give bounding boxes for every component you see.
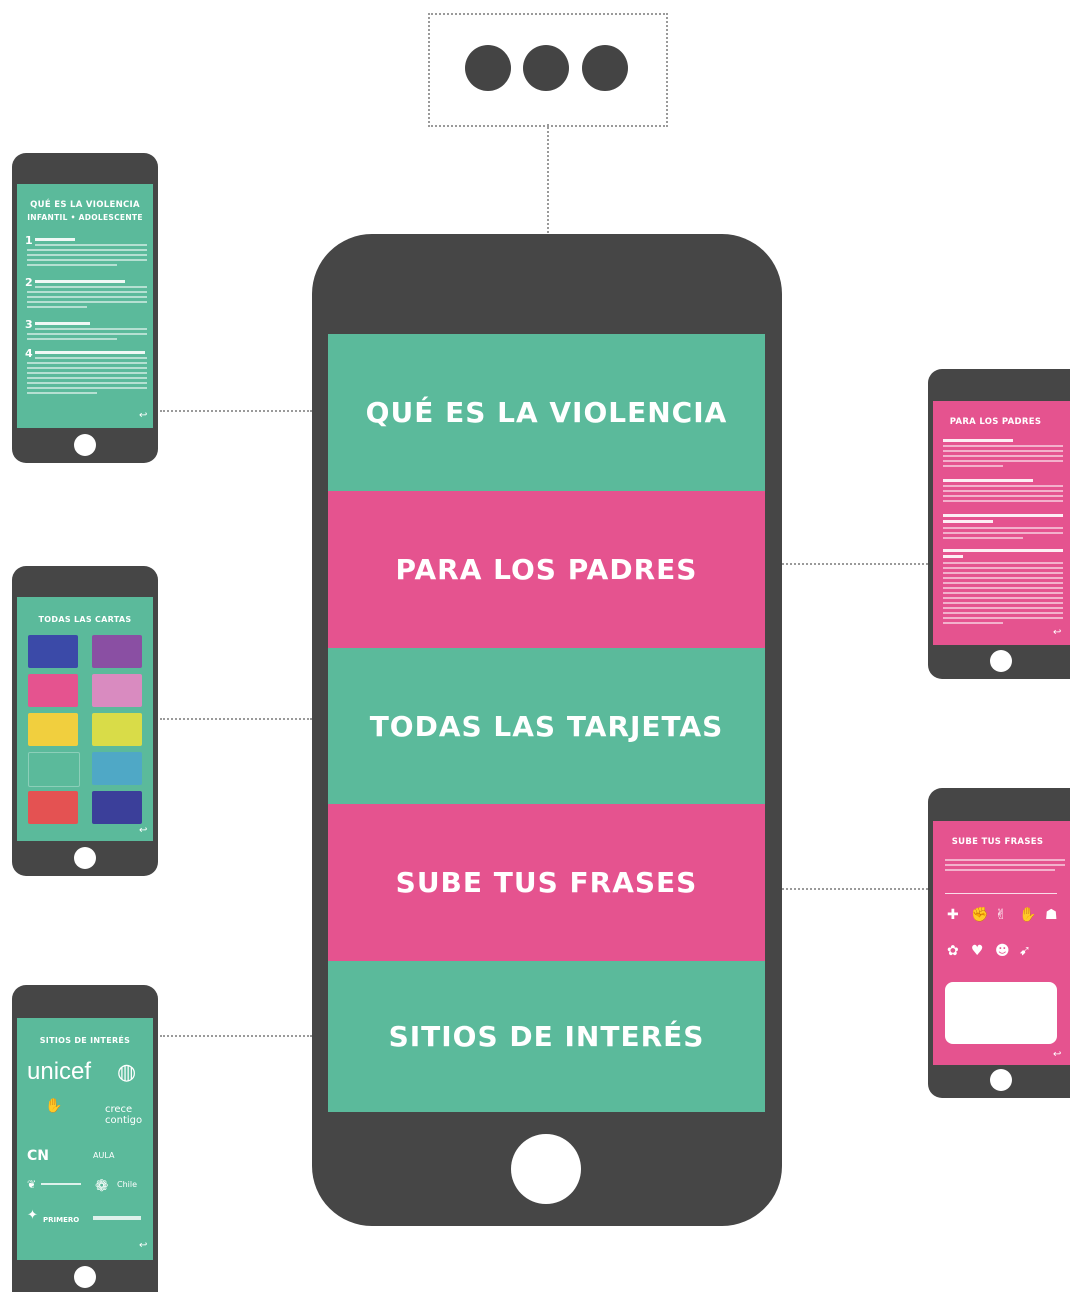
hand-icon[interactable]: ✊ [971,907,988,923]
home-button[interactable] [74,1266,96,1288]
screen-title: TODAS LAS CARTAS [38,615,132,624]
screen-title: PARA LOS PADRES [949,417,1042,427]
screen-cartas: TODAS LAS CARTAS ↩ [17,597,153,841]
child-icon[interactable]: ☗ [1045,907,1058,923]
dot-icon [582,45,628,91]
screen-violencia: QUÉ ES LA VIOLENCIA INFANTIL • ADOLESCEN… [17,184,153,428]
screen-sitios: SITIOS DE INTERÉS unicef ◍ ✋ crece conti… [17,1018,153,1260]
connector-line [782,563,928,565]
crece-logo-2[interactable]: contigo [105,1115,142,1126]
card-thumbnail[interactable] [28,791,78,824]
menu-item-frases[interactable]: SUBE TUS FRASES [328,804,765,961]
bag-icon[interactable]: ✚ [947,907,959,923]
aula-logo[interactable]: AULA [93,1151,114,1160]
card-thumbnail[interactable] [92,791,142,824]
card-thumbnail[interactable] [28,713,78,746]
screen-padres: PARA LOS PADRES ↩ [933,401,1070,645]
screen-frases: SUBE TUS FRASES ✚ ✊ ✌ ✋ ☗ ✿ ♥ ☻ ➹ ↩ [933,821,1070,1065]
home-button[interactable] [990,1069,1012,1091]
dot-icon [523,45,569,91]
screen-title: SUBE TUS FRASES [951,837,1044,847]
card-thumbnail[interactable] [28,752,80,787]
back-arrow-icon[interactable]: ↩ [139,410,147,421]
connector-line [160,1035,312,1037]
crece-logo-1[interactable]: crece [105,1104,132,1115]
lungs-icon[interactable]: ✿ [947,943,959,959]
phone-cartas: TODAS LAS CARTAS ↩ [12,566,158,876]
phone-frases: SUBE TUS FRASES ✚ ✊ ✌ ✋ ☗ ✿ ♥ ☻ ➹ ↩ [928,788,1070,1098]
menu-item-violencia[interactable]: QUÉ ES LA VIOLENCIA [328,334,765,491]
section-number: 4 [25,347,33,360]
card-thumbnail[interactable] [92,713,142,746]
broken-heart-icon[interactable]: ♥ [971,943,984,959]
menu-item-tarjetas[interactable]: TODAS LAS TARJETAS [328,648,765,804]
hand-logo-icon: ✋ [45,1098,63,1114]
primero-logo[interactable]: PRIMERO [43,1216,79,1224]
globe-icon: ◍ [117,1060,137,1085]
unicef-logo[interactable]: unicef [27,1058,91,1086]
section-number: 1 [25,234,33,247]
card-thumbnail[interactable] [92,674,142,707]
connector-line [547,124,549,236]
butterfly-logo-icon: ❁ [95,1176,109,1195]
leaf-logo-icon: ❦ [27,1178,37,1191]
home-button[interactable] [74,434,96,456]
person-logo-icon: ✦ [27,1208,38,1223]
home-button[interactable] [990,650,1012,672]
screen-subtitle: INFANTIL • ADOLESCENTE [27,213,143,222]
home-button[interactable] [74,847,96,869]
section-number: 2 [25,276,33,289]
dot-icon [465,45,511,91]
back-arrow-icon[interactable]: ↩ [1053,627,1061,638]
main-screen: QUÉ ES LA VIOLENCIA PARA LOS PADRES TODA… [328,334,765,1112]
dove-icon[interactable]: ✌ [995,907,1007,923]
section-number: 3 [25,318,33,331]
handprint-icon[interactable]: ✋ [1019,907,1036,923]
phone-sitios: SITIOS DE INTERÉS unicef ◍ ✋ crece conti… [12,985,158,1292]
menu-item-padres[interactable]: PARA LOS PADRES [328,491,765,648]
card-thumbnail[interactable] [92,752,142,785]
chile-logo[interactable]: Chile [117,1180,137,1189]
figure-icon[interactable]: ☻ [995,943,1010,959]
connector-line [160,410,312,412]
card-thumbnail[interactable] [28,635,78,668]
screen-title: QUÉ ES LA VIOLENCIA [30,200,140,210]
screen-title: SITIOS DE INTERÉS [39,1036,131,1045]
cn-logo[interactable]: CN [27,1148,49,1164]
home-button[interactable] [511,1134,581,1204]
walk-icon[interactable]: ➹ [1019,943,1031,959]
phone-padres: PARA LOS PADRES ↩ [928,369,1070,679]
main-phone: QUÉ ES LA VIOLENCIA PARA LOS PADRES TODA… [312,234,782,1226]
card-thumbnail[interactable] [92,635,142,668]
connector-line [160,718,312,720]
back-arrow-icon[interactable]: ↩ [139,1240,147,1251]
back-arrow-icon[interactable]: ↩ [1053,1049,1061,1060]
connector-line [782,888,928,890]
card-thumbnail[interactable] [28,674,78,707]
back-arrow-icon[interactable]: ↩ [139,825,147,836]
menu-item-sitios[interactable]: SITIOS DE INTERÉS [328,961,765,1112]
phrase-input[interactable] [945,982,1057,1044]
phone-violencia: QUÉ ES LA VIOLENCIA INFANTIL • ADOLESCEN… [12,153,158,463]
